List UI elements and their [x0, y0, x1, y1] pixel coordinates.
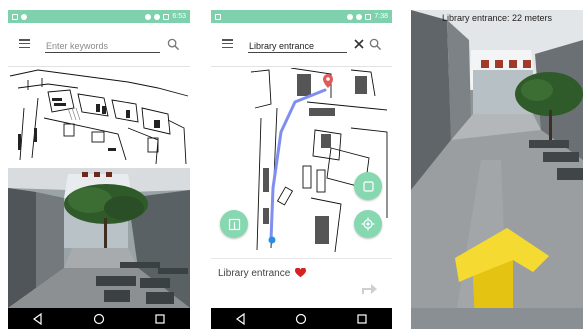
search-input[interactable] — [248, 38, 347, 54]
nav-recents-icon[interactable] — [154, 313, 166, 325]
status-bar: 6:53 — [8, 10, 190, 23]
nav-home-icon[interactable] — [93, 313, 105, 325]
phone-screen-search: 6:53 — [8, 10, 190, 329]
battery-icon — [365, 13, 372, 20]
heart-icon[interactable] — [295, 268, 306, 278]
notification-icon — [21, 13, 27, 20]
search-input[interactable] — [45, 38, 160, 54]
status-bar: 7:38 — [211, 10, 392, 23]
wifi-icon — [154, 13, 161, 20]
notification-icon — [12, 13, 18, 20]
search-app-bar — [8, 23, 190, 67]
ar-camera-view — [411, 10, 583, 308]
nav-home-icon[interactable] — [295, 313, 307, 325]
status-time: 6:53 — [172, 13, 186, 20]
search-app-bar — [211, 23, 392, 67]
signal-icon — [145, 13, 152, 20]
floor-plan-icon — [228, 218, 240, 230]
layers-button[interactable] — [354, 172, 382, 200]
phone-screen-ar: Library entrance: 22 meters — [411, 10, 583, 329]
search-field[interactable] — [45, 36, 160, 54]
search-icon[interactable] — [167, 38, 180, 51]
close-icon[interactable] — [353, 38, 365, 50]
android-nav-bar — [211, 308, 392, 329]
destination-marker-icon — [323, 74, 333, 88]
nav-back-icon[interactable] — [32, 312, 44, 325]
notification-icon — [215, 13, 221, 20]
floor-select-button[interactable] — [220, 210, 248, 238]
ar-distance-label: Library entrance: 22 meters — [441, 13, 553, 23]
my-location-button[interactable] — [354, 210, 382, 238]
search-field[interactable] — [248, 36, 347, 54]
search-icon[interactable] — [369, 38, 382, 51]
indoor-photo — [8, 168, 190, 308]
phone-screen-route: 7:38 Library entrance Library entrance — [211, 10, 392, 329]
my-location-icon — [361, 217, 375, 231]
wifi-icon — [356, 13, 363, 20]
place-name: Library entrance — [218, 268, 291, 279]
menu-icon[interactable] — [222, 39, 233, 48]
menu-icon[interactable] — [19, 39, 30, 48]
current-location-dot — [268, 236, 276, 244]
place-info-panel: Library entrance — [211, 258, 392, 308]
layers-icon — [362, 180, 374, 192]
signal-icon — [347, 13, 354, 20]
nav-back-icon[interactable] — [235, 312, 247, 325]
nav-recents-icon[interactable] — [356, 313, 368, 325]
directions-arrow-icon[interactable] — [360, 280, 378, 296]
status-time: 7:38 — [374, 13, 388, 20]
android-nav-bar — [8, 308, 190, 329]
floor-plan-map[interactable] — [8, 68, 190, 168]
battery-icon — [163, 13, 170, 20]
